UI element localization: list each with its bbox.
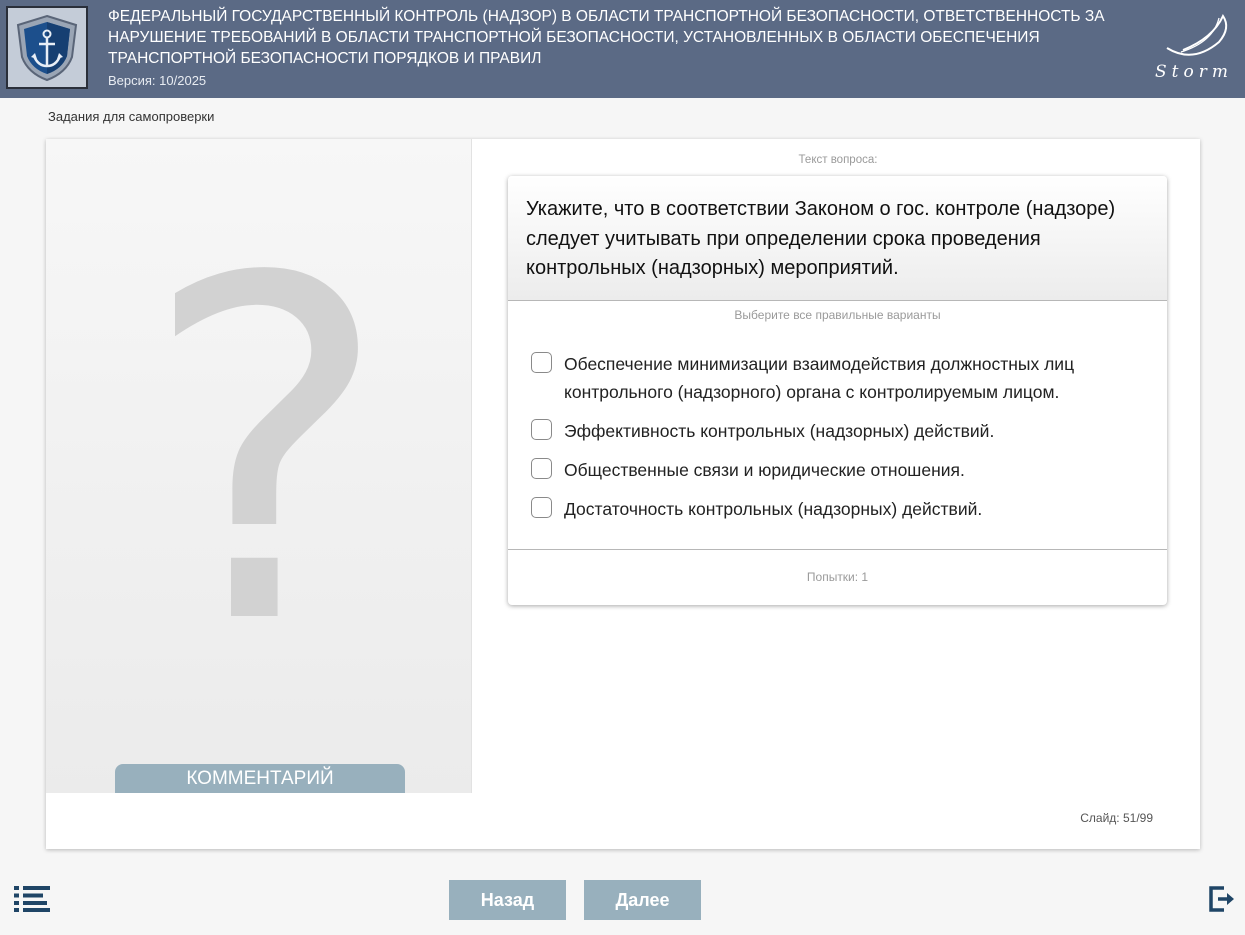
question-mark-icon: ?	[141, 180, 391, 727]
question-caption: Текст вопроса:	[798, 154, 878, 166]
comment-button[interactable]: КОММЕНТАРИЙ	[115, 764, 405, 793]
header-bar: ФЕДЕРАЛЬНЫЙ ГОСУДАРСТВЕННЫЙ КОНТРОЛЬ (НА…	[0, 0, 1245, 98]
list-menu-icon[interactable]	[14, 886, 50, 912]
question-card: Укажите, что в соответствии Законом о го…	[508, 176, 1167, 605]
answer-options: Обеспечение минимизации взаимодействия д…	[531, 350, 1141, 534]
section-label: Задания для самопроверки	[48, 109, 215, 124]
answer-option[interactable]: Эффективность контрольных (надзорных) де…	[531, 417, 1141, 445]
answer-option-label: Достаточность контрольных (надзорных) де…	[564, 499, 983, 519]
answer-instruction: Выберите все правильные варианты	[734, 308, 941, 322]
checkbox[interactable]	[531, 497, 552, 518]
answer-option-label: Обеспечение минимизации взаимодействия д…	[564, 354, 1075, 402]
back-button[interactable]: Назад	[449, 880, 566, 920]
answer-option-label: Эффективность контрольных (надзорных) де…	[564, 421, 995, 441]
question-text: Укажите, что в соответствии Законом о го…	[508, 176, 1167, 301]
storm-brand-text: Storm	[1155, 62, 1233, 82]
answer-option-label: Общественные связи и юридические отношен…	[564, 460, 965, 480]
checkbox[interactable]	[531, 352, 552, 373]
exit-icon[interactable]	[1208, 885, 1236, 913]
slide-counter: Слайд: 51/99	[1080, 811, 1153, 825]
checkbox[interactable]	[531, 419, 552, 440]
next-button[interactable]: Далее	[584, 880, 701, 920]
answer-option[interactable]: Общественные связи и юридические отношен…	[531, 456, 1141, 484]
answer-option[interactable]: Достаточность контрольных (надзорных) де…	[531, 495, 1141, 523]
slide-container: ? КОММЕНТАРИЙ Текст вопроса: Укажите, чт…	[46, 139, 1200, 849]
course-title: ФЕДЕРАЛЬНЫЙ ГОСУДАРСТВЕННЫЙ КОНТРОЛЬ (НА…	[108, 8, 1105, 67]
anchor-shield-icon	[6, 6, 88, 89]
attempts-counter: Попытки: 1	[508, 549, 1167, 605]
checkbox[interactable]	[531, 458, 552, 479]
version-label: Версия: 10/2025	[108, 73, 207, 88]
answer-option[interactable]: Обеспечение минимизации взаимодействия д…	[531, 350, 1141, 406]
illustration-panel: ? КОММЕНТАРИЙ	[46, 139, 472, 793]
